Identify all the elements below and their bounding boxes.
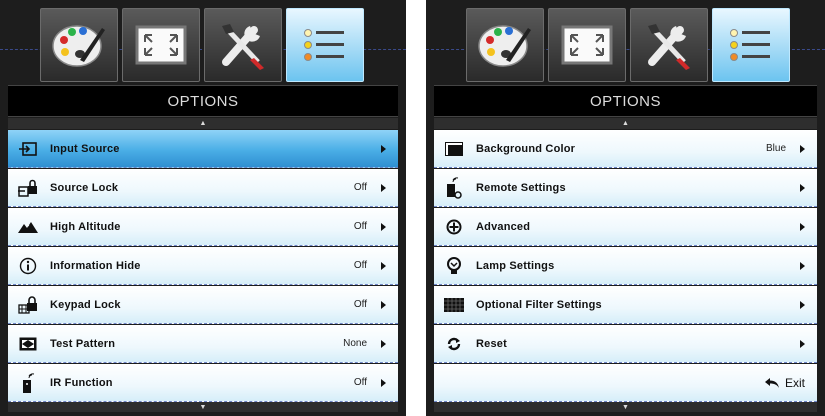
- menu-item-value: None: [343, 338, 367, 349]
- scroll-up-indicator[interactable]: ▲: [434, 118, 817, 129]
- tab-setup[interactable]: [204, 8, 282, 82]
- back-arrow-icon: [764, 377, 779, 388]
- screen-resize-icon: [135, 25, 187, 65]
- menu-item-label: Advanced: [476, 220, 531, 233]
- keypad-lock-icon: [18, 295, 38, 314]
- exit-row: Exit: [434, 364, 817, 402]
- menu-item-information-hide[interactable]: Information Hide Off: [8, 247, 398, 285]
- options-panel-right: OPTIONS ▲ Background Color Blue Remote S…: [426, 0, 825, 416]
- chevron-right-icon: [800, 183, 805, 192]
- background-color-icon: [444, 140, 464, 158]
- menu-item-value: Blue: [765, 143, 786, 154]
- chevron-right-icon: [381, 144, 386, 153]
- menu-item-value: Off: [353, 221, 367, 232]
- menu-item-remote-settings[interactable]: Remote Settings: [434, 169, 817, 207]
- menu-tab-bar: [466, 8, 790, 82]
- info-icon: [18, 257, 38, 275]
- menu-item-optional-filter-settings[interactable]: Optional Filter Settings: [434, 286, 817, 324]
- test-pattern-icon: [18, 335, 38, 353]
- page-title: OPTIONS: [8, 85, 398, 117]
- ir-remote-icon: [18, 372, 38, 393]
- tools-icon: [648, 24, 690, 70]
- scroll-down-indicator[interactable]: ▼: [434, 402, 817, 412]
- tab-display-settings[interactable]: [548, 8, 626, 82]
- remote-settings-icon: [444, 176, 464, 199]
- menu-item-input-source[interactable]: Input Source: [8, 130, 398, 168]
- options-menu-list: Background Color Blue Remote Settings Ad…: [434, 130, 817, 403]
- chevron-right-icon: [800, 222, 805, 231]
- menu-item-label: Reset: [476, 337, 507, 350]
- reset-icon: [444, 335, 464, 353]
- menu-item-label: Keypad Lock: [50, 298, 121, 311]
- tab-options[interactable]: [286, 8, 364, 82]
- palette-icon: [478, 25, 531, 67]
- chevron-right-icon: [381, 378, 386, 387]
- menu-item-label: IR Function: [50, 376, 113, 389]
- scroll-down-indicator[interactable]: ▼: [8, 402, 398, 412]
- chevron-right-icon: [800, 300, 805, 309]
- palette-icon: [52, 25, 105, 67]
- options-panel-left: OPTIONS ▲ Input Source Source Lock Off H…: [0, 0, 406, 416]
- menu-item-value: Off: [353, 299, 367, 310]
- tab-setup[interactable]: [630, 8, 708, 82]
- menu-item-advanced[interactable]: Advanced: [434, 208, 817, 246]
- input-source-icon: [18, 140, 38, 158]
- advanced-icon: [444, 218, 464, 236]
- menu-item-label: Optional Filter Settings: [476, 298, 602, 311]
- tab-display-settings[interactable]: [122, 8, 200, 82]
- menu-item-label: Lamp Settings: [476, 259, 555, 272]
- chevron-right-icon: [800, 144, 805, 153]
- chevron-right-icon: [381, 339, 386, 348]
- menu-item-high-altitude[interactable]: High Altitude Off: [8, 208, 398, 246]
- menu-item-keypad-lock[interactable]: Keypad Lock Off: [8, 286, 398, 324]
- chevron-right-icon: [800, 261, 805, 270]
- menu-item-test-pattern[interactable]: Test Pattern None: [8, 325, 398, 363]
- screen-resize-icon: [561, 25, 613, 65]
- exit-button[interactable]: Exit: [764, 376, 805, 390]
- options-menu-list: Input Source Source Lock Off High Altitu…: [8, 130, 398, 403]
- menu-item-background-color[interactable]: Background Color Blue: [434, 130, 817, 168]
- chevron-right-icon: [381, 300, 386, 309]
- tools-icon: [222, 24, 264, 70]
- tab-options[interactable]: [712, 8, 790, 82]
- tab-image-settings[interactable]: [466, 8, 544, 82]
- menu-item-label: Test Pattern: [50, 337, 116, 350]
- menu-item-ir-function[interactable]: IR Function Off: [8, 364, 398, 402]
- filter-icon: [444, 296, 464, 314]
- projector-osd-screen: OPTIONS ▲ Input Source Source Lock Off H…: [0, 0, 825, 416]
- menu-item-label: Source Lock: [50, 181, 119, 194]
- menu-item-value: Off: [353, 182, 367, 193]
- chevron-right-icon: [800, 339, 805, 348]
- options-list-icon: [730, 29, 770, 61]
- menu-item-lamp-settings[interactable]: Lamp Settings: [434, 247, 817, 285]
- lamp-icon: [444, 256, 464, 275]
- menu-item-source-lock[interactable]: Source Lock Off: [8, 169, 398, 207]
- tab-image-settings[interactable]: [40, 8, 118, 82]
- page-title: OPTIONS: [434, 85, 817, 117]
- menu-item-value: Off: [353, 377, 367, 388]
- menu-item-label: Remote Settings: [476, 181, 566, 194]
- scroll-up-indicator[interactable]: ▲: [8, 118, 398, 129]
- menu-item-label: High Altitude: [50, 220, 121, 233]
- chevron-right-icon: [381, 222, 386, 231]
- menu-item-label: Background Color: [476, 142, 576, 155]
- high-altitude-icon: [18, 218, 38, 236]
- chevron-right-icon: [381, 261, 386, 270]
- menu-item-value: Off: [353, 260, 367, 271]
- menu-tab-bar: [40, 8, 364, 82]
- source-lock-icon: [18, 179, 38, 197]
- options-list-icon: [304, 29, 344, 61]
- menu-item-label: Input Source: [50, 142, 120, 155]
- menu-item-reset[interactable]: Reset: [434, 325, 817, 363]
- exit-label: Exit: [784, 375, 805, 390]
- menu-item-label: Information Hide: [50, 259, 141, 272]
- chevron-right-icon: [381, 183, 386, 192]
